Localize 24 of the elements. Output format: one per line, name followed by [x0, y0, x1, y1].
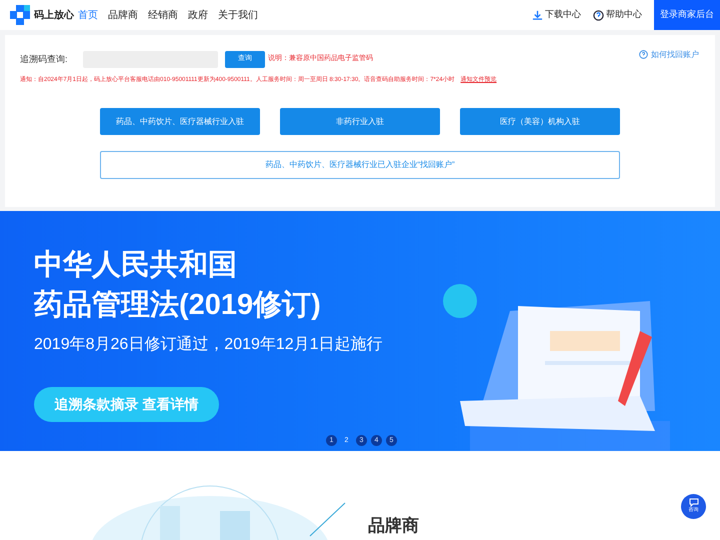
search-label: 追溯码查询: [20, 52, 69, 66]
recover-help-link[interactable]: 如何找回账户 [639, 48, 699, 60]
entry-button[interactable]: 非药行业入驻 [280, 108, 440, 135]
nav-link[interactable]: 经销商 [148, 8, 178, 22]
download-link[interactable]: 下载中心 [532, 8, 581, 22]
login-button[interactable]: 登录商家后台 [654, 0, 720, 30]
banner-title: 药品管理法(2019修订) [34, 288, 322, 323]
recover-button[interactable]: 药品、中药饮片、医疗器械行业已入驻企业“找回账户” [100, 151, 620, 179]
help-icon [593, 10, 604, 20]
section-title: 品牌商 [368, 515, 419, 537]
help-link[interactable]: 帮助中心 [593, 8, 642, 22]
entry-button[interactable]: 药品、中药饮片、医疗器械行业入驻 [100, 108, 260, 135]
question-icon [639, 50, 648, 59]
nav-link[interactable]: 品牌商 [108, 8, 138, 22]
entry-button[interactable]: 医疗（美容）机构入驻 [460, 108, 620, 135]
banner-title: 中华人民共和国 [34, 248, 238, 283]
nav-link[interactable]: 政府 [188, 8, 208, 22]
chat-icon [688, 498, 698, 508]
nav-link[interactable]: 关于我们 [218, 8, 258, 22]
download-icon [532, 10, 543, 20]
nav-link[interactable]: 首页 [78, 8, 98, 22]
banner-subtitle: 2019年8月26日修订通过，2019年12月1日起施行 [34, 334, 384, 355]
logo-text: 码上放心 [34, 8, 74, 22]
logo-icon [10, 5, 30, 25]
